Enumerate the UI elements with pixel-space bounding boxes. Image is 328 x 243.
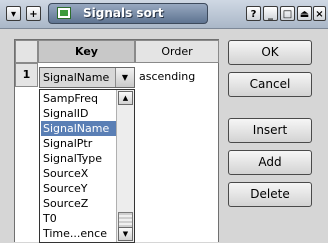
column-header-key[interactable]: Key	[38, 40, 135, 63]
key-dropdown-list[interactable]: SampFreq SignalID SignalName SignalPtr S…	[39, 89, 135, 243]
dropdown-option[interactable]: SourceZ	[41, 196, 119, 211]
minimize-button[interactable]: _	[263, 6, 278, 21]
dropdown-option[interactable]: SignalID	[41, 106, 119, 121]
key-combobox-value: SignalName	[43, 71, 110, 84]
dropdown-option[interactable]: SignalPtr	[41, 136, 119, 151]
shade-button[interactable]: ⏏	[297, 6, 312, 21]
insert-button[interactable]: Insert	[228, 118, 312, 143]
dropdown-option[interactable]: SourceY	[41, 181, 119, 196]
dropdown-option[interactable]: T0	[41, 211, 119, 226]
sort-table: Key Order 1 SignalName ▼ ascending SampF…	[14, 39, 219, 243]
scroll-down-icon[interactable]: ▼	[118, 227, 133, 241]
table-corner	[15, 40, 38, 63]
dropdown-option[interactable]: SignalType	[41, 151, 119, 166]
restore-button[interactable]: □	[280, 6, 295, 21]
restore-icon: □	[282, 9, 293, 20]
order-cell[interactable]: ascending	[139, 70, 195, 83]
add-button[interactable]: Add	[228, 150, 312, 175]
help-button[interactable]: ?	[246, 6, 261, 21]
title-pill: Signals sort	[48, 3, 208, 24]
window-menu-button[interactable]: ▾	[6, 6, 21, 21]
help-icon: ?	[250, 9, 257, 20]
dropdown-option[interactable]: SampFreq	[41, 91, 119, 106]
title-bar: ▾ + Signals sort ? _ □ ⏏ ×	[0, 0, 328, 29]
add-window-button[interactable]: +	[26, 6, 41, 21]
eject-icon: ⏏	[299, 9, 310, 20]
dropdown-option[interactable]: Time...ence	[41, 226, 119, 241]
scroll-thumb[interactable]	[118, 212, 133, 228]
row-number[interactable]: 1	[15, 63, 38, 87]
cancel-button[interactable]: Cancel	[228, 72, 312, 97]
window-title: Signals sort	[83, 6, 164, 20]
plus-icon: +	[29, 9, 38, 20]
dropdown-option-selected[interactable]: SignalName	[41, 121, 119, 136]
ok-button[interactable]: OK	[228, 40, 312, 65]
chevron-down-icon[interactable]: ▼	[115, 68, 134, 87]
chevron-down-icon: ▾	[10, 9, 17, 20]
close-button[interactable]: ×	[313, 6, 326, 21]
close-icon: ×	[315, 9, 324, 20]
delete-button[interactable]: Delete	[228, 182, 312, 207]
scroll-up-icon[interactable]: ▲	[118, 91, 133, 105]
app-icon	[57, 7, 71, 19]
minimize-icon: _	[268, 9, 273, 20]
key-combobox[interactable]: SignalName ▼	[39, 67, 135, 88]
dropdown-scrollbar[interactable]: ▲ ▼	[116, 90, 134, 242]
column-header-order[interactable]: Order	[135, 40, 219, 63]
dropdown-option[interactable]: SourceX	[41, 166, 119, 181]
